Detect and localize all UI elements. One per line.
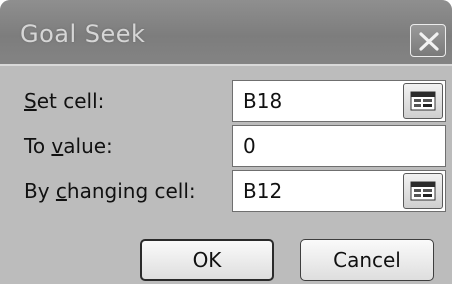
collapse-dialog-icon — [410, 91, 436, 111]
title-bar[interactable]: Goal Seek — [0, 0, 452, 66]
to-value-label: To value: — [24, 134, 113, 158]
set-cell-collapse-button[interactable] — [403, 83, 443, 119]
to-value-input[interactable]: 0 — [232, 125, 446, 167]
close-icon — [419, 32, 439, 51]
dialog-title: Goal Seek — [20, 20, 146, 48]
ok-button[interactable]: OK — [140, 239, 274, 281]
goal-seek-dialog: Goal Seek Set cell: B18 To value: 0 By c… — [0, 0, 452, 284]
set-cell-label: Set cell: — [24, 89, 105, 113]
cancel-button[interactable]: Cancel — [300, 239, 434, 281]
changing-cell-collapse-button[interactable] — [403, 173, 443, 209]
changing-cell-value: B12 — [243, 179, 283, 203]
collapse-dialog-icon — [410, 181, 436, 201]
changing-cell-label: By changing cell: — [24, 179, 196, 203]
set-cell-value: B18 — [243, 89, 283, 113]
close-button[interactable] — [410, 24, 446, 57]
to-value-value: 0 — [243, 134, 256, 158]
